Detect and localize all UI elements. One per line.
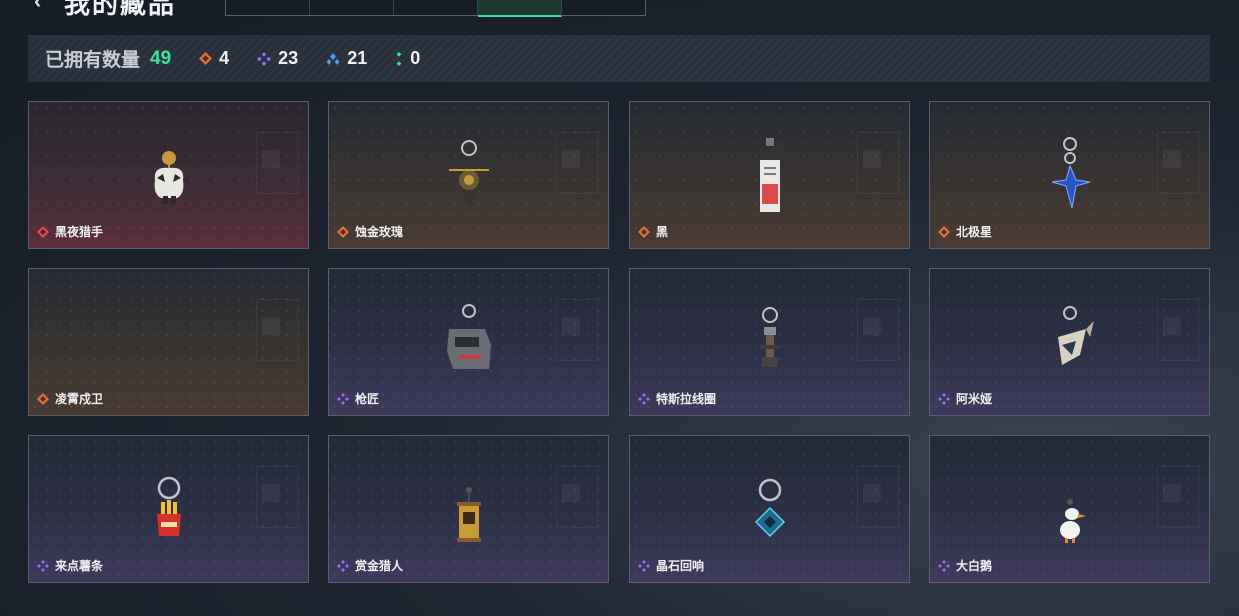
- purple-gem-icon: [37, 559, 49, 572]
- rarity-count-purple: 23: [278, 48, 299, 68]
- item-name: 大白鹅: [956, 559, 993, 573]
- purple-gem-icon: [938, 559, 950, 572]
- item-card[interactable]: 晶石回响: [629, 435, 910, 583]
- item-card[interactable]: 凌霄戍卫: [28, 268, 309, 416]
- owned-count-total: 49: [150, 47, 172, 69]
- tab-2[interactable]: [310, 0, 394, 15]
- rarity-stat-purple: 23: [257, 48, 298, 69]
- purple-gem-icon: [638, 392, 650, 405]
- red-gem-icon: [37, 225, 49, 238]
- item-card[interactable]: 阿米娅: [929, 268, 1210, 416]
- item-name: 晶石回响: [656, 559, 705, 573]
- rarity-count-green: 0: [410, 48, 421, 68]
- item-card[interactable]: 枪匠: [328, 268, 609, 416]
- drill-charm-icon: [1058, 306, 1094, 365]
- rose-pendant-charm-icon: [449, 140, 489, 206]
- item-card[interactable]: 黑夜猎手: [28, 101, 309, 249]
- crystal-charm-icon: [754, 478, 786, 538]
- blue-gem-icon: [326, 52, 340, 65]
- wanted-poster-charm-icon: [457, 487, 481, 542]
- item-name: 来点薯条: [55, 559, 104, 573]
- rarity-stat-orange: 4: [199, 48, 229, 69]
- item-card[interactable]: 黑: [629, 101, 910, 249]
- purple-gem-icon: [938, 392, 950, 405]
- tab-5[interactable]: [562, 0, 645, 15]
- orange-gem-icon: [638, 225, 650, 238]
- goose-charm-icon: [1060, 499, 1086, 543]
- tab-3[interactable]: [394, 0, 478, 15]
- item-name: 枪匠: [355, 392, 380, 406]
- cat-figure-charm-icon: [154, 151, 184, 204]
- item-name: 凌霄戍卫: [55, 392, 104, 406]
- item-card[interactable]: 大白鹅: [929, 435, 1210, 583]
- item-name: 蚀金玫瑰: [355, 225, 404, 239]
- item-card[interactable]: 来点薯条: [28, 435, 309, 583]
- item-name: 特斯拉线圈: [656, 392, 717, 406]
- tab-1[interactable]: [226, 0, 310, 15]
- orange-gem-icon: [938, 225, 950, 238]
- rarity-count-blue: 21: [347, 48, 368, 68]
- page-title: 我的藏品: [64, 0, 177, 19]
- category-tabs: [225, 0, 646, 17]
- purple-gem-icon: [257, 51, 272, 66]
- orange-gem-icon: [337, 225, 349, 238]
- owned-count-label: 已拥有数量: [45, 50, 141, 71]
- green-gem-icon: [396, 51, 402, 66]
- rarity-count-orange: 4: [219, 48, 230, 68]
- orange-gem-icon: [199, 52, 213, 65]
- rarity-stat-blue: 21: [326, 48, 367, 69]
- item-name: 阿米娅: [956, 392, 993, 406]
- chevron-left-icon[interactable]: ‹: [34, 0, 41, 14]
- item-name: 黑夜猎手: [55, 225, 104, 239]
- purple-gem-icon: [337, 559, 349, 572]
- rarity-stat-green: 0: [395, 48, 420, 69]
- star-pendant-charm-icon: [1051, 137, 1091, 209]
- top-bar: ‹ 我的藏品: [0, 0, 1239, 19]
- purple-gem-icon: [337, 392, 349, 405]
- item-card[interactable]: 特斯拉线圈: [629, 268, 910, 416]
- owned-summary: 已拥有数量 49 4 23 21 0: [28, 35, 1210, 82]
- tag-charm-icon: [760, 138, 780, 212]
- fries-charm-icon: [157, 476, 181, 536]
- item-name: 赏金猎人: [355, 559, 404, 573]
- item-card[interactable]: 赏金猎人: [328, 435, 609, 583]
- orange-gem-icon: [37, 392, 49, 405]
- tesla-coil-charm-icon: [760, 307, 780, 367]
- item-name: 黑: [656, 225, 669, 239]
- dogtag-charm-icon: [447, 304, 491, 369]
- item-card[interactable]: 蚀金玫瑰: [328, 101, 609, 249]
- tab-charms[interactable]: [478, 0, 562, 17]
- item-name: 北极星: [956, 225, 993, 239]
- purple-gem-icon: [638, 559, 650, 572]
- item-card[interactable]: 北极星: [929, 101, 1210, 249]
